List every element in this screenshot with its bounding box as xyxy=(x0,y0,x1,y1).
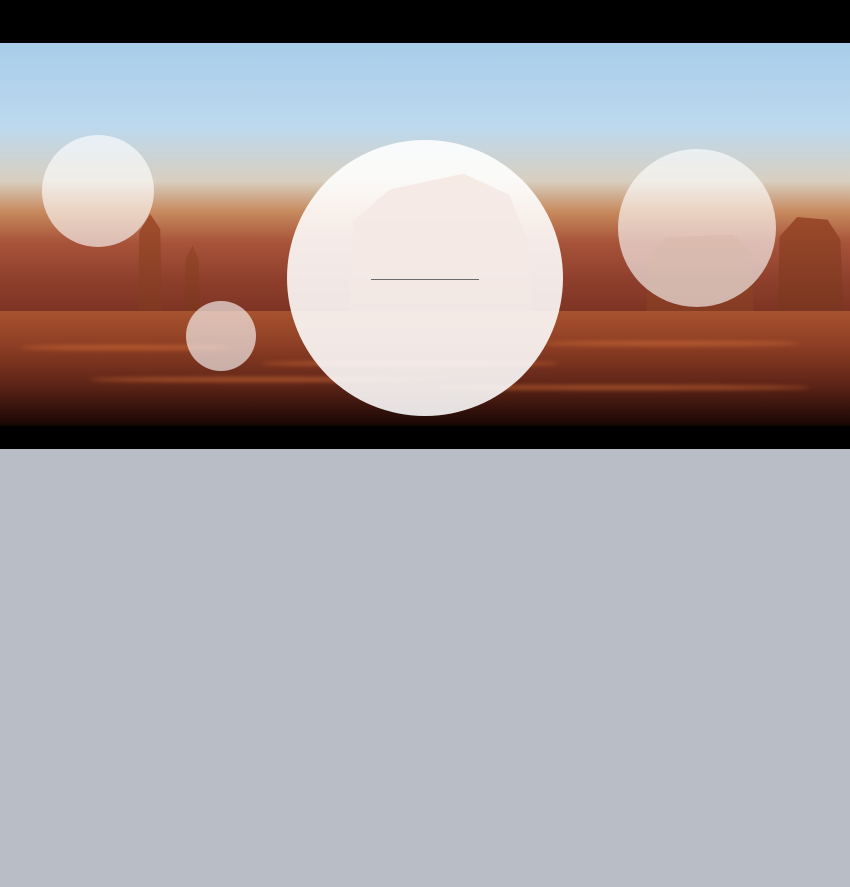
decorative-circle-right xyxy=(618,149,776,307)
title-divider xyxy=(371,278,479,280)
slide-thumbnail-grid xyxy=(0,449,850,455)
decorative-circle-left xyxy=(42,135,154,247)
url-bar xyxy=(0,426,850,449)
title-circle xyxy=(287,140,563,416)
hero-section xyxy=(0,0,850,449)
hero-image xyxy=(0,43,850,426)
decorative-circle-small xyxy=(186,301,256,371)
top-black-bar xyxy=(0,0,850,43)
